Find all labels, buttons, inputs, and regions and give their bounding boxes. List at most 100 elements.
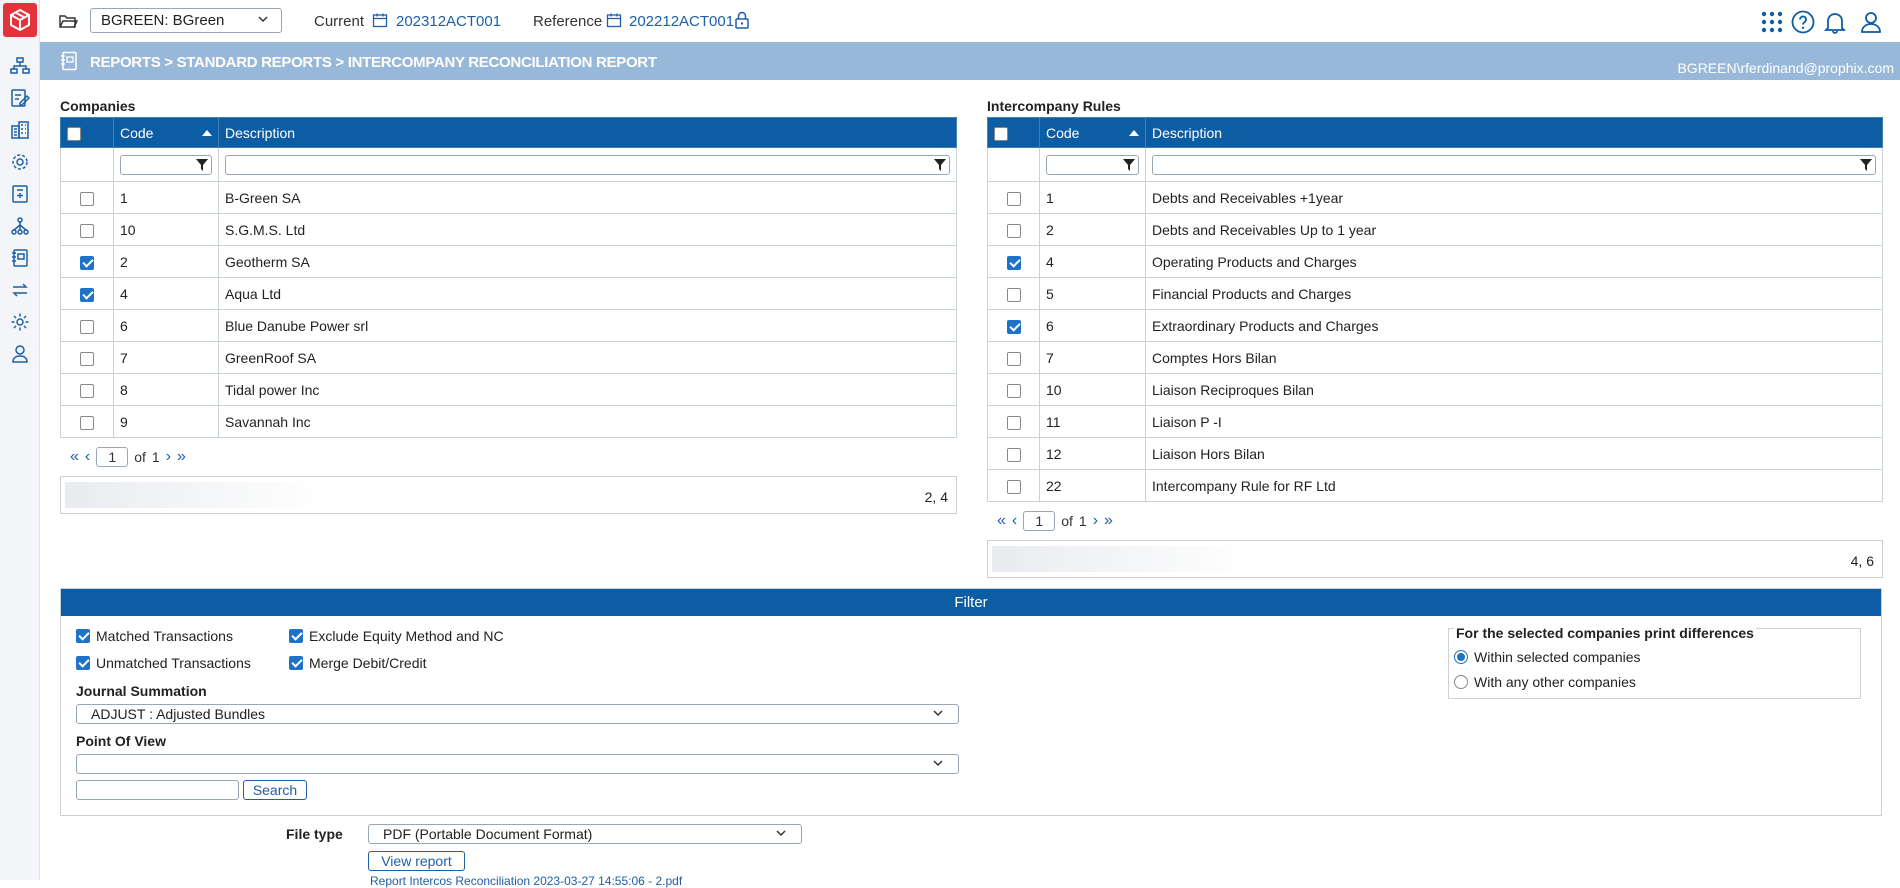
code-column-header[interactable]: Code [1039, 117, 1146, 148]
journal-summation-label: Journal Summation [76, 683, 207, 699]
table-row[interactable]: 4 Operating Products and Charges [987, 245, 1883, 278]
report-file-link[interactable]: Report Intercos Reconciliation 2023-03-2… [370, 874, 682, 888]
table-row[interactable]: 2 Geotherm SA [60, 245, 957, 278]
merge-debit-credit-checkbox[interactable]: Merge Debit/Credit [289, 655, 427, 671]
table-row[interactable]: 8 Tidal power Inc [60, 373, 957, 406]
row-checkbox[interactable] [60, 277, 114, 310]
table-row[interactable]: 10 Liaison Reciproques Bilan [987, 373, 1883, 406]
entity-select[interactable]: BGREEN: BGreen [90, 8, 282, 33]
rules-pager: « ‹ 1 of 1 › » [997, 511, 1113, 531]
table-row[interactable]: 4 Aqua Ltd [60, 277, 957, 310]
table-row[interactable]: 1 B-Green SA [60, 181, 957, 214]
journal-summation-select[interactable]: ADJUST : Adjusted Bundles [76, 704, 959, 724]
file-type-select[interactable]: PDF (Portable Document Format) [368, 824, 802, 844]
table-row[interactable]: 11 Liaison P -I [987, 405, 1883, 438]
row-checkbox[interactable] [987, 277, 1040, 310]
edit-form-icon[interactable] [9, 87, 31, 109]
row-checkbox[interactable] [60, 181, 114, 214]
description-filter-input[interactable] [1152, 154, 1876, 175]
filter-icon[interactable] [1123, 158, 1135, 171]
prev-page-icon[interactable]: ‹ [85, 448, 90, 466]
gear-icon[interactable] [9, 311, 31, 333]
filter-icon[interactable] [934, 158, 946, 171]
table-row[interactable]: 6 Extraordinary Products and Charges [987, 309, 1883, 342]
any-other-companies-radio[interactable]: With any other companies [1454, 674, 1636, 690]
table-row[interactable]: 2 Debts and Receivables Up to 1 year [987, 213, 1883, 246]
row-checkbox[interactable] [987, 341, 1040, 374]
view-report-button[interactable]: View report [368, 851, 465, 871]
filter-icon[interactable] [196, 158, 208, 171]
first-page-icon[interactable]: « [70, 448, 79, 466]
within-selected-radio[interactable]: Within selected companies [1454, 649, 1641, 665]
description-cell: Intercompany Rule for RF Ltd [1145, 469, 1883, 502]
row-checkbox[interactable] [60, 309, 114, 342]
org-tree-icon[interactable] [9, 215, 31, 237]
matched-transactions-checkbox[interactable]: Matched Transactions [76, 628, 233, 644]
notifications-bell-icon[interactable] [1822, 9, 1848, 35]
select-all-checkbox[interactable] [60, 117, 114, 148]
table-row[interactable]: 7 GreenRoof SA [60, 341, 957, 374]
calculator-doc-icon[interactable] [9, 183, 31, 205]
prev-page-icon[interactable]: ‹ [1012, 512, 1017, 530]
row-checkbox[interactable] [60, 341, 114, 374]
description-column-header[interactable]: Description [218, 117, 957, 148]
first-page-icon[interactable]: « [997, 512, 1006, 530]
code-filter-input[interactable] [120, 154, 212, 175]
last-page-icon[interactable]: » [177, 448, 186, 466]
exclude-equity-checkbox[interactable]: Exclude Equity Method and NC [289, 628, 504, 644]
page-number-input[interactable]: 1 [96, 447, 129, 467]
table-row[interactable]: 22 Intercompany Rule for RF Ltd [987, 469, 1883, 502]
hierarchy-icon[interactable] [9, 55, 31, 77]
row-checkbox[interactable] [60, 245, 114, 278]
table-row[interactable]: 6 Blue Danube Power srl [60, 309, 957, 342]
settings-cogs-icon[interactable] [9, 151, 31, 173]
search-input[interactable] [76, 780, 239, 800]
row-checkbox[interactable] [987, 245, 1040, 278]
report-book-icon[interactable] [9, 247, 31, 269]
companies-selection-box: 2, 4 [60, 476, 957, 514]
row-checkbox[interactable] [987, 373, 1040, 406]
user-profile-icon[interactable] [1858, 9, 1884, 35]
row-checkbox[interactable] [987, 437, 1040, 470]
row-checkbox[interactable] [60, 373, 114, 406]
description-cell: Aqua Ltd [218, 277, 957, 310]
next-page-icon[interactable]: › [1093, 512, 1098, 530]
lock-icon[interactable] [734, 11, 750, 29]
rules-selection-box: 4, 6 [987, 540, 1883, 578]
row-checkbox[interactable] [60, 213, 114, 246]
buildings-icon[interactable] [9, 119, 31, 141]
description-column-header[interactable]: Description [1145, 117, 1883, 148]
table-row[interactable]: 1 Debts and Receivables +1year [987, 181, 1883, 214]
page-number-input[interactable]: 1 [1023, 511, 1056, 531]
code-cell: 5 [1039, 277, 1146, 310]
row-checkbox[interactable] [987, 309, 1040, 342]
point-of-view-select[interactable] [76, 754, 959, 774]
table-row[interactable]: 5 Financial Products and Charges [987, 277, 1883, 310]
table-row[interactable]: 7 Comptes Hors Bilan [987, 341, 1883, 374]
row-checkbox[interactable] [987, 405, 1040, 438]
last-page-icon[interactable]: » [1104, 512, 1113, 530]
next-page-icon[interactable]: › [166, 448, 171, 466]
current-scenario-link[interactable]: 202312ACT001 [396, 13, 501, 30]
transfer-arrows-icon[interactable] [9, 279, 31, 301]
row-checkbox[interactable] [987, 213, 1040, 246]
code-column-header[interactable]: Code [113, 117, 219, 148]
user-admin-icon[interactable] [9, 343, 31, 365]
unmatched-transactions-checkbox[interactable]: Unmatched Transactions [76, 655, 251, 671]
folder-open-icon[interactable] [58, 11, 78, 31]
table-row[interactable]: 10 S.G.M.S. Ltd [60, 213, 957, 246]
search-button[interactable]: Search [243, 780, 307, 800]
filter-icon[interactable] [1860, 158, 1872, 171]
row-checkbox[interactable] [60, 405, 114, 438]
table-row[interactable]: 12 Liaison Hors Bilan [987, 437, 1883, 470]
code-filter-input[interactable] [1046, 154, 1139, 175]
reference-scenario-link[interactable]: 202212ACT001 [629, 13, 734, 30]
row-checkbox[interactable] [987, 181, 1040, 214]
app-logo-icon[interactable] [3, 3, 37, 37]
table-row[interactable]: 9 Savannah Inc [60, 405, 957, 438]
help-icon[interactable] [1790, 9, 1816, 35]
select-all-checkbox[interactable] [987, 117, 1040, 148]
description-filter-input[interactable] [225, 154, 950, 175]
row-checkbox[interactable] [987, 469, 1040, 502]
apps-grid-icon[interactable] [1759, 9, 1785, 35]
